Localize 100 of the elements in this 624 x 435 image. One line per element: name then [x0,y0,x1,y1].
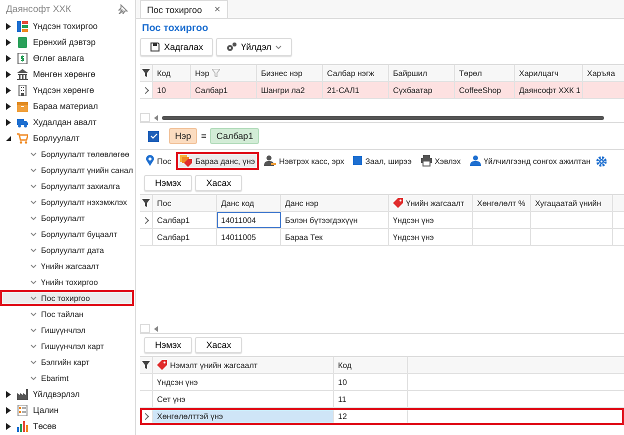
close-icon[interactable]: ✕ [214,5,222,14]
menu-subitem[interactable]: Гишүүнчлэл карт [0,338,134,354]
filter-field-chip[interactable]: Нэр [169,128,198,144]
menu-item[interactable]: Бараа материал [33,101,98,111]
tab[interactable]: Бараа данс, үнэ [176,152,259,170]
column-header[interactable]: Данс нэр [281,195,389,211]
expand-triangle-icon [5,102,12,110]
column-header[interactable]: Салбар нэгж [323,65,389,81]
column-header[interactable]: Харъяа [583,65,624,81]
scrollbar-thumb[interactable] [162,116,604,120]
column-header[interactable]: Код [334,357,408,373]
tab[interactable]: Үйлчилгээнд сонгох ажилтан [466,152,594,170]
column-header[interactable]: Хугацаатай үнийн [531,195,613,211]
book-icon [17,36,28,48]
menu-item[interactable]: Үйлдвэрлэл [33,389,80,399]
menu-subitem[interactable]: Пос тохиргоо [0,290,134,306]
tab[interactable]: Нэвтрэх касс, эрх [260,152,348,170]
expand-triangle-icon [5,406,12,414]
map-pin-icon [146,155,154,167]
actions-menu-button[interactable]: Үйлдэл [216,38,292,56]
list-icon [17,404,28,416]
expand-triangle-icon [5,22,12,30]
table-row[interactable]: Үндсэн үнэ 10 [140,374,624,391]
menu-subitem[interactable]: Борлуулалт дата [0,242,134,258]
table-cell: 14011005 [217,229,281,245]
menu-subitem[interactable]: Пос тайлан [0,306,134,322]
column-header[interactable]: Төрөл [455,65,515,81]
grid-icon [17,20,28,32]
dollar-document-icon [17,52,28,64]
chevron-icon [30,264,37,268]
printer-icon [420,155,432,167]
tag-icon [393,198,403,208]
column-header[interactable]: Код [153,65,191,81]
bar-chart-icon [17,420,28,432]
tab[interactable]: Пос [142,152,176,170]
menu-item[interactable]: Төсөв [33,421,56,431]
menu-item[interactable]: Борлуулалт [33,133,80,143]
menu-subitem[interactable]: Бэлгийн карт [0,354,134,370]
filter-operator[interactable]: = [201,131,206,141]
menu-item[interactable]: Үндсэн хөрөнгө [33,85,94,95]
check-icon [150,133,158,139]
menu-subitem[interactable]: Үнийн тохиргоо [0,274,134,290]
table-row[interactable]: Хөнгөлөлттэй үнэ 12 [140,408,624,425]
menu-subitem[interactable]: Борлуулалт [0,210,134,226]
column-header[interactable]: Хөнгөлөлт % [473,195,531,211]
gears-icon [226,42,238,52]
menu-item[interactable]: Үндсэн тохиргоо [33,21,98,31]
menu-item[interactable]: Худалдан авалт [33,117,97,127]
table-cell: Үндсэн үнэ [389,212,473,228]
table-cell: Хөнгөлөлттэй үнэ [153,408,334,424]
menu-subitem[interactable]: Борлуулалт нэхэмжлэх [0,194,134,210]
column-header[interactable]: Үнийн жагсаалт [389,195,473,211]
table-cell: 12 [334,408,408,424]
column-header[interactable]: Байршил [389,65,455,81]
filter-outline-icon [212,69,220,77]
add-button[interactable]: Нэмэх [144,337,192,353]
chevron-icon [30,216,37,220]
filter-icon [142,69,150,77]
expand-triangle-icon [5,86,12,94]
column-header[interactable]: Нэр [191,65,257,81]
tab[interactable]: Хэвлэх [416,152,465,170]
menu-subitem[interactable]: Гишүүнчлэл [0,322,134,338]
scroll-left-arrow-icon [154,114,158,120]
menu-subitem[interactable]: Ebarimt [0,370,134,386]
expand-triangle-icon [5,422,12,430]
table-cell: Салбар1 [153,212,217,228]
chevron-icon [30,280,37,284]
square-icon [353,155,362,167]
column-header[interactable]: Нэмэлт үнийн жагсаалт [153,357,334,373]
table-cell: 10 [153,82,191,98]
menu-item[interactable]: Ерөнхий дэвтэр [33,37,96,47]
menu-item[interactable]: Цалин [33,405,59,415]
menu-item[interactable]: Мөнгөн хөрөнгө [33,69,96,79]
tab[interactable]: Заал, ширээ [349,152,416,170]
table-cell: 14011004 [217,212,281,228]
filter-value-chip[interactable]: Салбар1 [210,128,260,144]
menu-subitem[interactable]: Борлуулалт захиалга [0,178,134,194]
menu-item[interactable]: Өглөг авлага [33,53,84,63]
chevron-icon [30,296,37,300]
menu-subitem[interactable]: Борлуулалт үнийн санал [0,162,134,178]
save-button[interactable]: Хадгалах [140,38,214,56]
chevron-icon [30,184,37,188]
boxes-tag-icon [180,155,192,167]
chevron-icon [30,200,37,204]
menu-subitem[interactable]: Үнийн жагсаалт [0,258,134,274]
gear-icon [596,156,606,166]
document-tab[interactable]: Пос тохиргоо ✕ [140,0,228,18]
column-header[interactable]: Пос [153,195,217,211]
truck-icon [17,116,28,128]
column-header[interactable]: Бизнес нэр [257,65,323,81]
box-icon [17,100,28,112]
add-button[interactable]: Нэмэх [144,175,192,191]
menu-subitem[interactable]: Борлуулалт буцаалт [0,226,134,242]
filter-checkbox[interactable] [148,130,159,142]
remove-button[interactable]: Хасах [195,175,242,191]
menu-subitem[interactable]: Борлуулалт төлөвлөгөө [0,146,134,162]
remove-button[interactable]: Хасах [195,337,242,353]
column-header[interactable]: Харилцагч [515,65,583,81]
table-row[interactable]: Сет үнэ 11 [140,391,624,408]
column-header[interactable]: Данс код [217,195,281,211]
